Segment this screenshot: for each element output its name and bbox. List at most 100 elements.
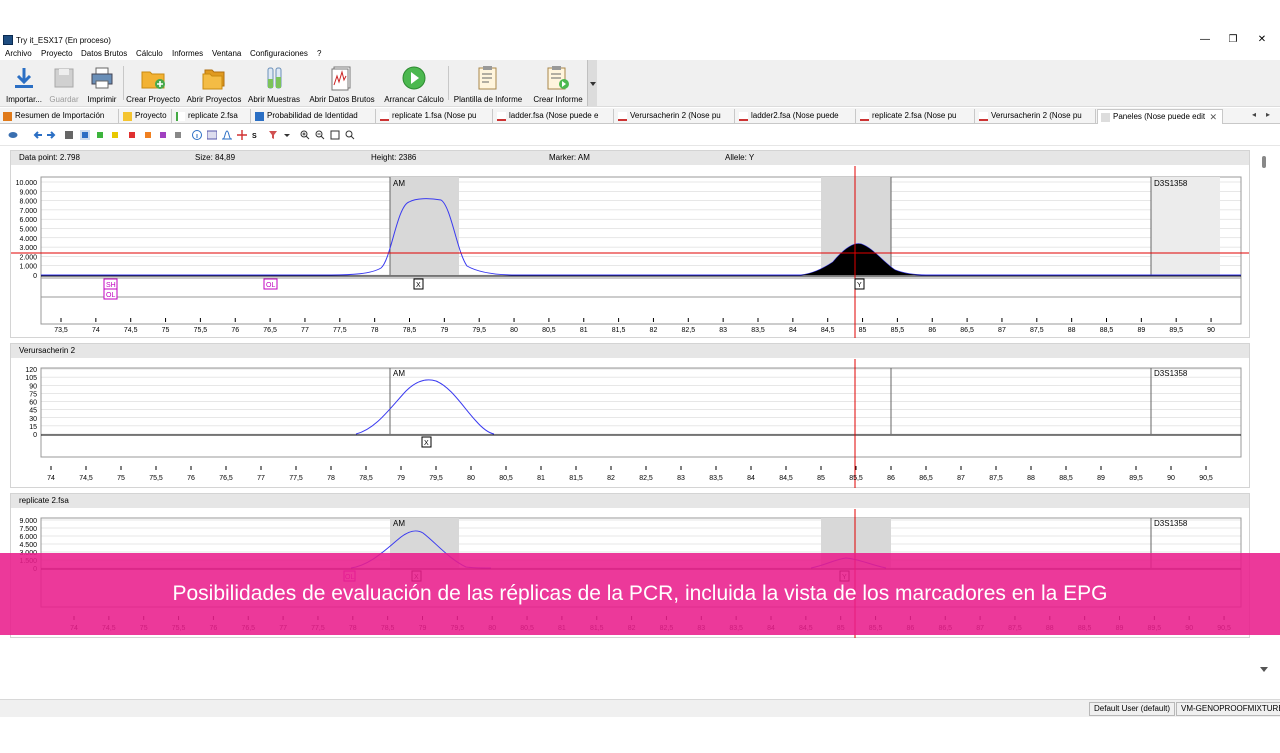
zoom-out-icon[interactable]	[315, 130, 325, 140]
tabs-scroll-right-icon[interactable]: ▸	[1266, 110, 1270, 119]
zoom-fit-icon[interactable]	[330, 130, 340, 140]
filter-icon[interactable]	[268, 130, 278, 140]
x-tick-label: 88	[1027, 475, 1035, 482]
stutter-icon[interactable]: S	[252, 130, 262, 140]
menu-informes[interactable]: Informes	[172, 49, 203, 58]
x-tick-label: 77,5	[289, 475, 303, 482]
maximize-button[interactable]: ❐	[1223, 33, 1243, 47]
marker-bin-d3s1358-ext	[1151, 177, 1220, 275]
tab-identity-probability[interactable]: Probabilidad de Identidad	[252, 109, 376, 124]
crosshair-icon[interactable]	[237, 130, 247, 140]
open-projects-button[interactable]: Abrir Proyectos	[185, 62, 243, 105]
y-tick-label: 4.000	[19, 236, 37, 243]
y-tick-label: 120	[25, 367, 37, 374]
back-arrow-icon[interactable]	[33, 130, 43, 140]
y-tick-label: 4.500	[19, 542, 37, 549]
zoom-in-icon[interactable]	[300, 130, 310, 140]
dye-purple-icon[interactable]	[158, 130, 168, 140]
view-icon[interactable]	[8, 130, 18, 140]
epg-chart-verursacherin[interactable]: 1201059075604530150 AM D3S1358 X 74 74,5 7…	[11, 359, 1249, 488]
create-report-button[interactable]: Crear Informe	[530, 62, 586, 105]
tab-import-summary[interactable]: Resumen de Importación	[0, 109, 119, 124]
tab-replicate-1[interactable]: replicate 1.fsa (Nose pu	[377, 109, 493, 124]
x-tick-label: 80	[467, 475, 475, 482]
dye-yellow-icon[interactable]	[110, 130, 120, 140]
tabs-scroll-left-icon[interactable]: ◂	[1252, 110, 1256, 119]
start-calculation-button[interactable]: Arrancar Cálculo	[382, 62, 446, 105]
panel-header: replicate 2.fsa	[11, 494, 1249, 508]
info-icon[interactable]	[192, 130, 202, 140]
x-tick-label: 86,5	[960, 327, 974, 334]
scroll-down-icon[interactable]	[1260, 667, 1268, 672]
dye-green-icon[interactable]	[95, 130, 105, 140]
y-tick-label: 10.000	[16, 180, 38, 187]
x-tick-label: 88,5	[1059, 475, 1073, 482]
x-tick-label: 75,5	[149, 475, 163, 482]
epg-chart-main[interactable]: 10.000 9.000 8.000 7.000 6.000 5.000 4.000 3.00…	[11, 166, 1249, 338]
marker-label-d3s1358: D3S1358	[1154, 369, 1188, 378]
dye-gray-icon[interactable]	[173, 130, 183, 140]
menu-proyecto[interactable]: Proyecto	[41, 49, 73, 58]
y-tick-label: 7.500	[19, 526, 37, 533]
tab-replicate-2-b[interactable]: replicate 2.fsa (Nose pu	[857, 109, 975, 124]
scrollbar-thumb[interactable]	[1262, 156, 1266, 168]
height-readout: Height: 2386	[371, 153, 417, 162]
tab-panels[interactable]: Paneles (Nose puede edit ✕	[1097, 109, 1223, 124]
bin-icon[interactable]	[207, 130, 217, 140]
minimize-button[interactable]: —	[1195, 33, 1215, 47]
menu-help[interactable]: ?	[317, 49, 321, 58]
open-samples-button[interactable]: Abrir Muestras	[246, 62, 302, 105]
toolbar-overflow-button[interactable]	[587, 60, 597, 106]
menu-calculo[interactable]: Cálculo	[136, 49, 163, 58]
create-project-button[interactable]: Crear Proyecto	[125, 62, 181, 105]
y-tick-label: 9.000	[19, 518, 37, 525]
tab-ladder2[interactable]: ladder2.fsa (Nose puede	[736, 109, 856, 124]
menu-ventana[interactable]: Ventana	[212, 49, 241, 58]
y-tick-label: 0	[33, 273, 37, 280]
tab-verursacherin-2[interactable]: Verursacherin 2 (Nose pu	[615, 109, 735, 124]
dye-blue-icon[interactable]	[80, 130, 90, 140]
menu-configuraciones[interactable]: Configuraciones	[250, 49, 308, 58]
y-tick-label: 8.000	[19, 199, 37, 206]
import-button[interactable]: Importar...	[4, 62, 44, 105]
x-tick-label: 81	[580, 327, 588, 334]
marker-readout: Marker: AM	[549, 153, 590, 162]
menu-bar: Archivo Proyecto Datos Brutos Cálculo In…	[0, 48, 1280, 60]
svg-text:S: S	[252, 133, 257, 140]
tab-project[interactable]: Proyecto	[120, 109, 172, 124]
print-button[interactable]: Imprimir	[84, 62, 120, 105]
x-tick-label: 78,5	[403, 327, 417, 334]
dye-red-icon[interactable]	[127, 130, 137, 140]
dye-filter-icon[interactable]	[64, 130, 74, 140]
close-button[interactable]: ✕	[1252, 33, 1272, 47]
menu-archivo[interactable]: Archivo	[5, 49, 32, 58]
forward-arrow-icon[interactable]	[46, 130, 56, 140]
x-tick-label: 89	[1097, 475, 1105, 482]
tab-verursacherin-2-b[interactable]: Verursacherin 2 (Nose pu	[976, 109, 1096, 124]
x-tick-label: 74	[92, 327, 100, 334]
x-tick-label: 82	[607, 475, 615, 482]
x-tick-label: 74	[47, 475, 55, 482]
close-tab-icon[interactable]: ✕	[1209, 110, 1217, 124]
save-button[interactable]: Guardar	[46, 62, 82, 105]
zoom-reset-icon[interactable]	[345, 130, 355, 140]
y-tick-label: 7.000	[19, 208, 37, 215]
create-report-icon	[547, 66, 569, 90]
fsa-file-icon	[497, 112, 506, 121]
panel-toolbar: S	[0, 124, 1280, 146]
dye-orange-icon[interactable]	[143, 130, 153, 140]
open-raw-data-button[interactable]: Abrir Datos Brutos	[308, 62, 376, 105]
dropdown-icon[interactable]	[282, 130, 292, 140]
peak-tool-icon[interactable]	[222, 130, 232, 140]
fsa-file-icon	[380, 112, 389, 121]
selected-peak	[801, 243, 926, 275]
menu-datos-brutos[interactable]: Datos Brutos	[81, 49, 127, 58]
allele-label-y-text: Y	[857, 282, 862, 289]
x-tick-label: 89,5	[1129, 475, 1143, 482]
y-tick-label: 9.000	[19, 189, 37, 196]
fsa-file-icon	[979, 112, 988, 121]
report-template-button[interactable]: Plantilla de Informe	[451, 62, 525, 105]
tab-replicate-2[interactable]: replicate 2.fsa	[173, 109, 251, 124]
x-tick-label: 76,5	[219, 475, 233, 482]
tab-ladder[interactable]: ladder.fsa (Nose puede e	[494, 109, 614, 124]
